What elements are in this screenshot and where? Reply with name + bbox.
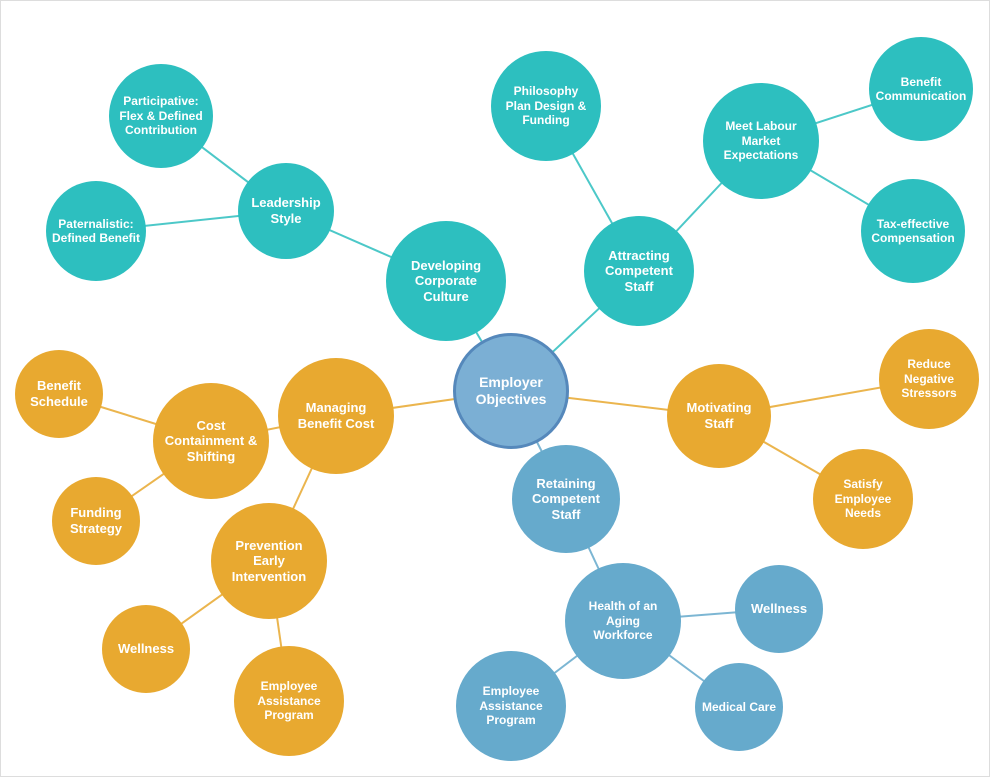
node-label-retaining-competent: Retaining Competent Staff — [528, 472, 604, 527]
node-label-motivating-staff: Motivating Staff — [683, 396, 756, 435]
node-retaining-competent[interactable]: Retaining Competent Staff — [512, 445, 620, 553]
node-label-benefit-communication: Benefit Communication — [872, 71, 971, 108]
node-motivating-staff[interactable]: Motivating Staff — [667, 364, 771, 468]
node-label-employer-objectives: Employer Objectives — [472, 370, 551, 412]
node-label-meet-labour: Meet Labour Market Expectations — [720, 115, 803, 166]
node-label-satisfy-employee: Satisfy Employee Needs — [831, 473, 896, 524]
node-prevention-early[interactable]: Prevention Early Intervention — [211, 503, 327, 619]
node-label-prevention-early: Prevention Early Intervention — [228, 534, 310, 589]
node-reduce-negative[interactable]: Reduce Negative Stressors — [879, 329, 979, 429]
node-emp-assistance-blue[interactable]: Employee Assistance Program — [456, 651, 566, 761]
node-leadership-style[interactable]: Leadership Style — [238, 163, 334, 259]
node-developing-corporate-culture[interactable]: Developing Corporate Culture — [386, 221, 506, 341]
node-label-philosophy-plan: Philosophy Plan Design & Funding — [502, 80, 591, 131]
node-wellness-blue[interactable]: Wellness — [735, 565, 823, 653]
node-label-participative: Participative: Flex & Defined Contributi… — [115, 90, 206, 141]
node-philosophy-plan[interactable]: Philosophy Plan Design & Funding — [491, 51, 601, 161]
node-label-funding-strategy: Funding Strategy — [66, 501, 126, 540]
node-label-tax-effective: Tax-effective Compensation — [867, 213, 958, 250]
mind-map-canvas: Employer Objectives Developing Corporate … — [0, 0, 990, 777]
node-label-managing-benefit-cost: Managing Benefit Cost — [294, 396, 379, 435]
node-label-emp-assistance-gold: Employee Assistance Program — [253, 675, 324, 726]
node-label-attracting-competent-staff: Attracting Competent Staff — [601, 244, 677, 299]
node-funding-strategy[interactable]: Funding Strategy — [52, 477, 140, 565]
node-label-emp-assistance-blue: Employee Assistance Program — [475, 680, 546, 731]
node-label-leadership-style: Leadership Style — [247, 191, 324, 230]
node-tax-effective[interactable]: Tax-effective Compensation — [861, 179, 965, 283]
node-label-wellness-gold: Wellness — [114, 637, 178, 661]
node-satisfy-employee[interactable]: Satisfy Employee Needs — [813, 449, 913, 549]
node-participative[interactable]: Participative: Flex & Defined Contributi… — [109, 64, 213, 168]
node-benefit-schedule[interactable]: Benefit Schedule — [15, 350, 103, 438]
node-employer-objectives[interactable]: Employer Objectives — [453, 333, 569, 449]
node-medical-care[interactable]: Medical Care — [695, 663, 783, 751]
node-benefit-communication[interactable]: Benefit Communication — [869, 37, 973, 141]
node-label-reduce-negative: Reduce Negative Stressors — [897, 353, 960, 404]
node-label-developing-corporate-culture: Developing Corporate Culture — [407, 254, 485, 309]
node-emp-assistance-gold[interactable]: Employee Assistance Program — [234, 646, 344, 756]
node-managing-benefit-cost[interactable]: Managing Benefit Cost — [278, 358, 394, 474]
node-label-health-aging: Health of an Aging Workforce — [585, 595, 662, 646]
node-label-medical-care: Medical Care — [698, 696, 780, 718]
node-label-wellness-blue: Wellness — [747, 597, 811, 621]
node-health-aging[interactable]: Health of an Aging Workforce — [565, 563, 681, 679]
node-attracting-competent-staff[interactable]: Attracting Competent Staff — [584, 216, 694, 326]
node-label-cost-containment: Cost Containment & Shifting — [161, 414, 261, 469]
node-label-benefit-schedule: Benefit Schedule — [26, 374, 92, 413]
node-wellness-gold[interactable]: Wellness — [102, 605, 190, 693]
node-meet-labour[interactable]: Meet Labour Market Expectations — [703, 83, 819, 199]
node-label-paternalistic: Paternalistic: Defined Benefit — [48, 213, 144, 250]
node-paternalistic[interactable]: Paternalistic: Defined Benefit — [46, 181, 146, 281]
node-cost-containment[interactable]: Cost Containment & Shifting — [153, 383, 269, 499]
